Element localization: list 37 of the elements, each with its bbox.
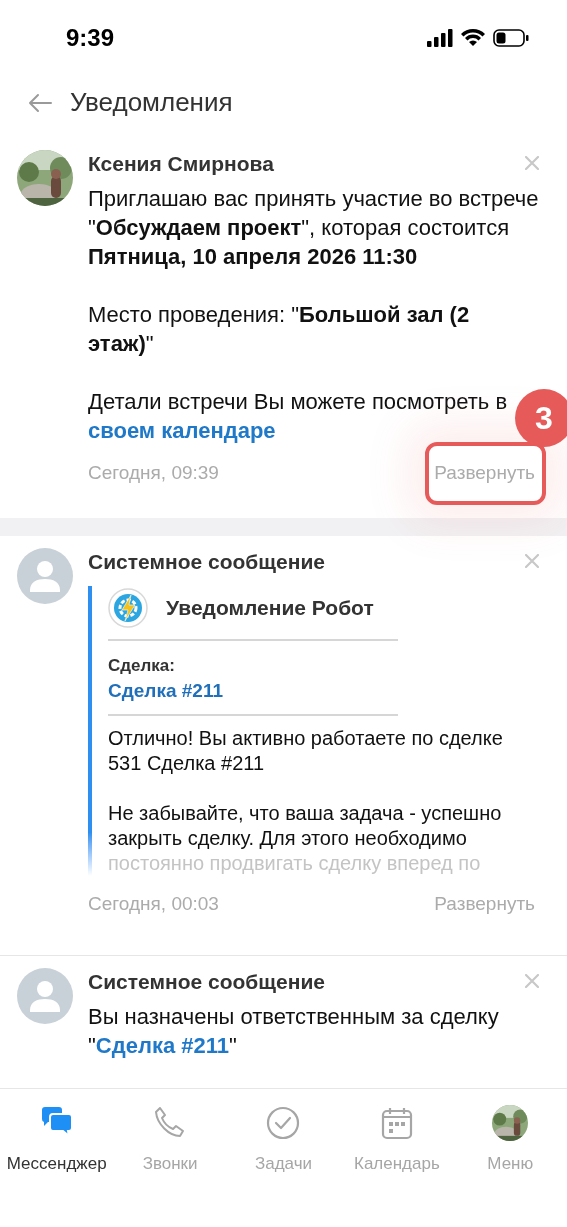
avatar-placeholder-icon	[17, 967, 73, 1024]
bot-name: Уведомление Робот	[166, 594, 374, 621]
message-text: Приглашаю вас принять участие во встрече "Обсуждаем проект", которая состоится Пятница, 10 апреля 2026 11:30	[88, 185, 539, 271]
calendar-link[interactable]: своем календаре	[88, 418, 276, 443]
field-label: Сделка:	[108, 654, 176, 677]
expand-link[interactable]: Развернуть	[434, 459, 535, 488]
timestamp: Сегодня, 00:03	[88, 892, 219, 916]
tab-button[interactable]: Задачи	[226, 1105, 341, 1177]
sender-name: Системное сообщение	[88, 548, 325, 575]
step-badge: 3	[515, 389, 567, 447]
timestamp: Сегодня, 09:39	[88, 461, 219, 485]
close-icon[interactable]	[525, 156, 539, 170]
message-text: Отлично! Вы активно работаете по сделке 531 Сделка #211	[108, 726, 504, 776]
message-text: Не забывайте, что ваша задача - успешно закрыть сделку. Для этого необходимо	[108, 801, 503, 851]
check-circle-icon	[265, 1105, 302, 1141]
message-text: Вы назначены ответственным за сделку "Сделка #211"	[88, 1002, 500, 1060]
avatar-placeholder-icon	[17, 547, 73, 604]
close-icon[interactable]	[525, 553, 539, 568]
battery-icon	[493, 28, 529, 47]
status-time: 9:39	[66, 22, 115, 53]
page-title: Уведомления	[70, 86, 233, 119]
message-text: Место проведения: "Большой зал (2 этаж)"	[88, 301, 471, 358]
expand-link[interactable]: Развернуть	[434, 890, 535, 919]
sender-name: Ксения Смирнова	[88, 151, 274, 177]
robot-gear-icon	[108, 587, 148, 628]
tab-button[interactable]: Мессенджер	[0, 1105, 114, 1177]
signal-icon	[427, 28, 453, 47]
tab-button[interactable]: Меню	[453, 1105, 567, 1177]
close-icon[interactable]	[525, 973, 539, 988]
faded-text: постоянно продвигать сделку вперед по	[108, 851, 482, 876]
tab-button[interactable]: Звонки	[113, 1105, 227, 1177]
deal-link[interactable]: Сделка #211	[108, 678, 539, 704]
tab-button[interactable]: Календарь	[340, 1105, 454, 1177]
wifi-icon	[461, 28, 485, 47]
back-arrow-icon[interactable]	[28, 92, 52, 113]
sender-name: Системное сообщение	[88, 968, 325, 995]
deal-link[interactable]: Сделка #211	[95, 1032, 229, 1058]
